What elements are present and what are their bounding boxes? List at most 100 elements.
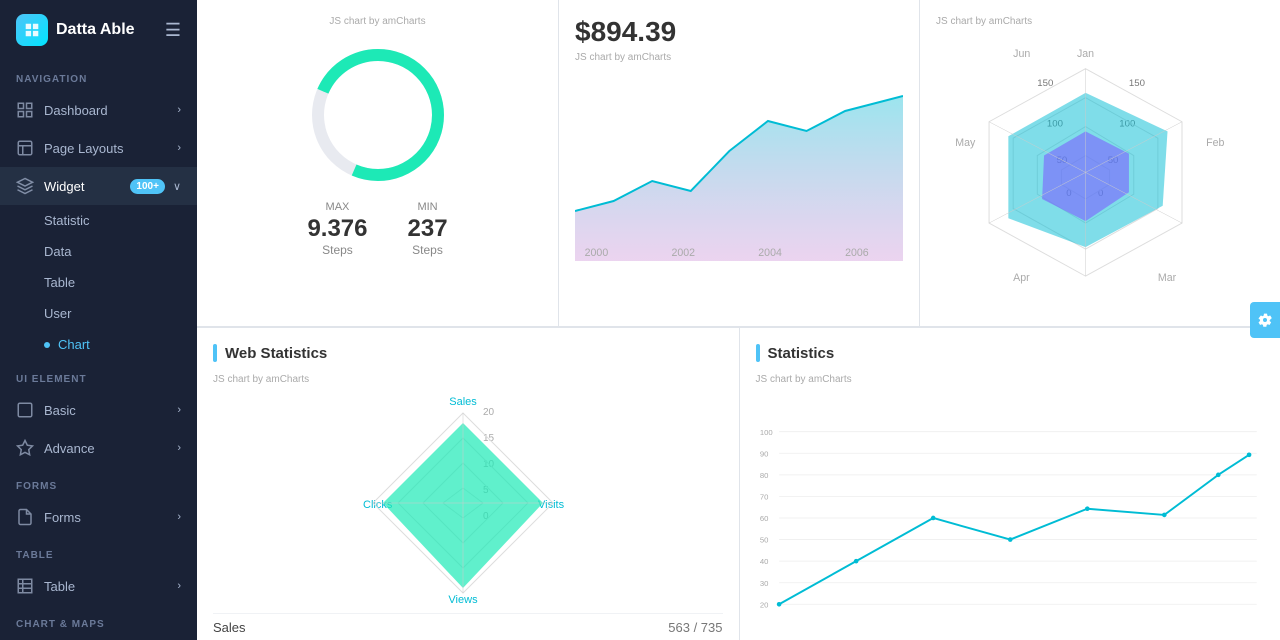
sidebar: Datta Able ☰ NAVIGATION Dashboard › Page…	[0, 0, 197, 640]
chevron-right-icon: ›	[177, 442, 181, 454]
svg-text:Apr: Apr	[1013, 272, 1030, 284]
svg-text:40: 40	[759, 557, 768, 566]
svg-text:Feb: Feb	[1206, 137, 1224, 149]
forms-label: Forms	[44, 510, 81, 525]
table-icon	[16, 577, 34, 595]
widget-label: Widget	[44, 179, 84, 194]
sidebar-item-page-layouts[interactable]: Page Layouts ›	[0, 129, 197, 167]
svg-text:Views: Views	[448, 594, 478, 606]
chevron-right-icon: ›	[177, 404, 181, 416]
sidebar-header: Datta Able ☰	[0, 0, 197, 60]
hamburger-icon[interactable]: ☰	[165, 20, 181, 41]
svg-text:May: May	[955, 137, 976, 149]
chevron-right-icon: ›	[177, 511, 181, 523]
chevron-down-icon: ∨	[173, 180, 181, 193]
layers-icon	[16, 177, 34, 195]
sidebar-item-data[interactable]: Data	[0, 236, 197, 267]
accent-bar	[213, 344, 217, 362]
donut-chart	[308, 45, 448, 185]
donut-chart-label: JS chart by amCharts	[329, 16, 425, 27]
svg-text:2006: 2006	[845, 247, 869, 259]
svg-text:2002: 2002	[671, 247, 695, 259]
data-label: Data	[44, 244, 71, 259]
statistics-card: Statistics JS chart by amCharts 100 90 8…	[739, 327, 1280, 640]
statistics-chart: 100 90 80 70 60 50 40 30 20	[756, 393, 1265, 640]
chevron-right-icon: ›	[177, 104, 181, 116]
svg-text:30: 30	[759, 579, 768, 588]
min-stat: MIN 237 Steps	[408, 201, 448, 257]
svg-text:20: 20	[483, 407, 495, 418]
web-stats-title: Web Statistics	[213, 344, 723, 362]
radar-card: JS chart by amCharts Jan Feb Mar Apr May…	[919, 0, 1280, 326]
gear-icon	[1257, 312, 1273, 328]
svg-text:Sales: Sales	[449, 396, 477, 408]
basic-label: Basic	[44, 403, 76, 418]
forms-label: FORMS	[0, 467, 197, 498]
bottom-row: Web Statistics JS chart by amCharts 20 1…	[197, 327, 1280, 640]
star-icon	[16, 439, 34, 457]
sidebar-item-widget[interactable]: Widget 100+ ∨	[0, 167, 197, 205]
radar-chart: Jan Feb Mar Apr May Jun 150 150 100 100 …	[936, 35, 1264, 310]
top-row: JS chart by amCharts MAX 9.376 Steps MIN	[197, 0, 1280, 327]
settings-gear[interactable]	[1250, 302, 1280, 338]
advance-label: Advance	[44, 441, 95, 456]
sidebar-item-dashboard[interactable]: Dashboard ›	[0, 91, 197, 129]
max-stat: MAX 9.376 Steps	[307, 201, 367, 257]
ui-element-label: UI ELEMENT	[0, 360, 197, 391]
stats-chart-label: JS chart by amCharts	[756, 374, 1265, 385]
statistics-title: Statistics	[756, 344, 1265, 362]
donut-card: JS chart by amCharts MAX 9.376 Steps MIN	[197, 0, 558, 326]
chevron-right-icon: ›	[177, 142, 181, 154]
svg-text:150: 150	[1129, 78, 1145, 89]
file-icon	[16, 508, 34, 526]
svg-text:80: 80	[759, 471, 768, 480]
price-value: $894.39	[575, 16, 903, 48]
accent-bar	[756, 344, 760, 362]
chevron-right-icon: ›	[177, 580, 181, 592]
svg-text:20: 20	[759, 600, 768, 609]
sales-value: 563 / 735	[668, 620, 722, 635]
app-name: Datta Able	[56, 21, 135, 39]
sidebar-item-basic[interactable]: Basic ›	[0, 391, 197, 429]
table-nav-label: Table	[44, 579, 75, 594]
statistic-label: Statistic	[44, 213, 90, 228]
sidebar-item-statistic[interactable]: Statistic	[0, 205, 197, 236]
logo-icon	[16, 14, 48, 46]
table-label: Table	[44, 275, 75, 290]
svg-text:Jun: Jun	[1013, 48, 1030, 60]
sidebar-item-chart[interactable]: Chart	[0, 329, 197, 360]
sidebar-item-advance[interactable]: Advance ›	[0, 429, 197, 467]
nav-section-label: NAVIGATION	[0, 60, 197, 91]
widget-badge: 100+	[130, 179, 165, 194]
box-icon	[16, 401, 34, 419]
chart-label: Chart	[58, 337, 90, 352]
svg-text:2004: 2004	[758, 247, 782, 259]
svg-text:50: 50	[759, 536, 768, 545]
page-layouts-label: Page Layouts	[44, 141, 124, 156]
sidebar-item-user[interactable]: User	[0, 298, 197, 329]
svg-text:100: 100	[759, 428, 772, 437]
sales-label: Sales	[213, 620, 246, 635]
sidebar-item-table[interactable]: Table	[0, 267, 197, 298]
layout-icon	[16, 139, 34, 157]
svg-text:2000: 2000	[585, 247, 609, 259]
area-chart: 2000 2002 2004 2006	[575, 71, 903, 310]
radar-chart-label: JS chart by amCharts	[936, 16, 1264, 27]
main-content: JS chart by amCharts MAX 9.376 Steps MIN	[197, 0, 1280, 640]
area-chart-label: JS chart by amCharts	[575, 52, 903, 63]
area-card: $894.39 JS chart by amCharts 2000	[558, 0, 919, 326]
sidebar-item-table-main[interactable]: Table ›	[0, 567, 197, 605]
svg-text:60: 60	[759, 514, 768, 523]
svg-text:Mar: Mar	[1158, 272, 1177, 284]
donut-stats: MAX 9.376 Steps MIN 237 Steps	[307, 201, 447, 257]
dashboard-label: Dashboard	[44, 103, 108, 118]
web-stats-card: Web Statistics JS chart by amCharts 20 1…	[197, 327, 739, 640]
svg-text:90: 90	[759, 449, 768, 458]
chart-maps-label: CHART & MAPS	[0, 605, 197, 636]
svg-text:70: 70	[759, 492, 768, 501]
user-label: User	[44, 306, 71, 321]
table-label: TABLE	[0, 536, 197, 567]
sidebar-item-forms[interactable]: Forms ›	[0, 498, 197, 536]
sidebar-logo: Datta Able	[16, 14, 135, 46]
web-stats-radar: 20 15 10 5 0 Sales Clicks Visits Views	[213, 393, 723, 613]
